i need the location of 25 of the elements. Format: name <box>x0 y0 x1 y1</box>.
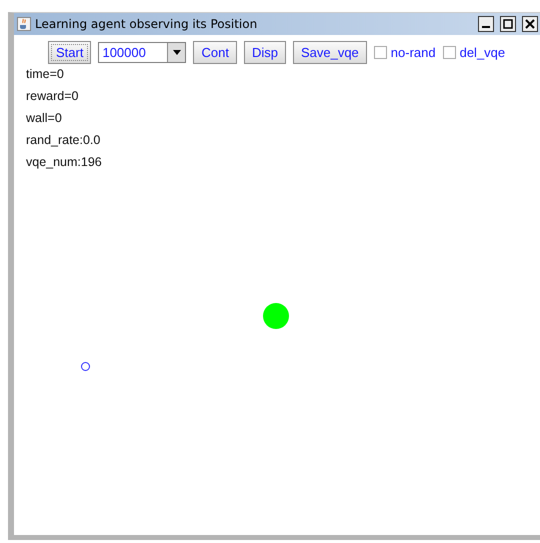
checkbox-label: del_vqe <box>460 44 506 60</box>
minimize-icon <box>482 26 490 28</box>
status-text: rand_rate:0.0 <box>26 132 100 148</box>
caret-icon <box>172 50 181 54</box>
toolbar-button[interactable]: Disp <box>244 40 286 64</box>
status-text: wall=0 <box>26 110 62 126</box>
toolbar-button[interactable]: Cont <box>193 40 237 64</box>
java-cup-icon <box>17 17 31 31</box>
start-button[interactable]: Start <box>48 40 92 64</box>
close-button[interactable] <box>522 16 538 32</box>
checkbox[interactable] <box>442 46 456 58</box>
episodes-dropdown[interactable]: 100000 <box>98 42 186 62</box>
dropdown-value: 100000 <box>101 44 147 60</box>
toolbar-button[interactable]: Save_vqe <box>292 40 367 64</box>
checkbox[interactable] <box>374 46 387 58</box>
checkbox-label: no-rand <box>390 44 436 60</box>
close-icon <box>525 19 535 29</box>
status-text: reward=0 <box>26 88 78 104</box>
maximize-button[interactable] <box>500 16 516 32</box>
dropdown-arrow-button[interactable] <box>167 42 186 62</box>
window-title: Learning agent observing its Position <box>35 17 258 31</box>
status-text: time=0 <box>26 66 64 82</box>
status-text: vqe_num:196 <box>26 154 102 170</box>
maximize-icon <box>503 19 513 29</box>
minimize-button[interactable] <box>478 16 494 32</box>
